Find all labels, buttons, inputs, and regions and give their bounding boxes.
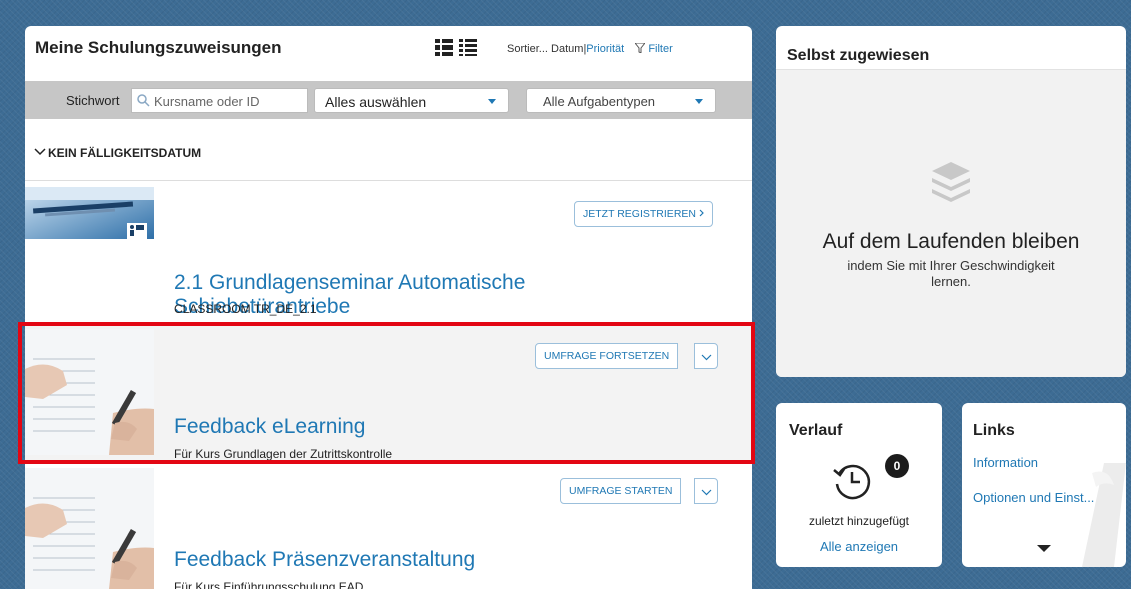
start-survey-menu[interactable] (694, 478, 718, 504)
task-type-value: Alle Aufgabentypen (543, 94, 656, 109)
course-thumbnail (25, 468, 154, 589)
section-label: KEIN FÄLLIGKEITSDATUM (48, 146, 202, 160)
history-icon (833, 464, 871, 500)
panel-title: Meine Schulungszuweisungen (35, 38, 282, 57)
chevron-right-icon (699, 209, 704, 217)
link-information[interactable]: Information (973, 455, 1038, 470)
continue-survey-menu[interactable] (694, 343, 718, 369)
select-all-dropdown[interactable]: Alles auswählen (314, 88, 509, 113)
course-title-line1: 2.1 Grundlagenseminar Automatische (174, 271, 526, 294)
links-panel: Links Information Optionen und Einst... (962, 403, 1126, 567)
view-toggle (435, 39, 477, 56)
course-thumbnail (25, 187, 154, 239)
empty-state: Auf dem Laufenden bleiben indem Sie mit … (776, 70, 1126, 377)
card-view-icon[interactable] (435, 39, 453, 56)
caret-down-icon[interactable] (1037, 545, 1051, 552)
course-title[interactable]: Feedback eLearning (174, 415, 365, 439)
sort-label[interactable]: Sortier... (507, 43, 548, 55)
sort-date[interactable]: Datum (551, 43, 583, 55)
logo-watermark (1082, 463, 1126, 567)
history-count-badge: 0 (885, 454, 909, 478)
course-thumbnail (25, 329, 154, 455)
course-title[interactable]: Feedback Präsenzveranstaltung (174, 548, 475, 572)
filter-label: Filter (648, 43, 673, 55)
continue-survey-button[interactable]: UMFRAGE FORTSETZEN (535, 343, 679, 369)
select-all-value: Alles auswählen (325, 94, 427, 110)
list-view-icon[interactable] (459, 39, 477, 56)
filter-button[interactable]: Filter (634, 42, 673, 55)
course-item: UMFRAGE FORTSETZEN Feedback eLearning Fü… (25, 323, 752, 461)
funnel-icon (634, 42, 647, 54)
register-button-label: JETZT REGISTRIEREN (583, 208, 696, 220)
chevron-down-icon (34, 148, 46, 156)
show-all-link[interactable]: Alle anzeigen (776, 539, 942, 554)
chevron-down-icon (701, 489, 712, 496)
course-subtitle: Für Kurs Grundlagen der Zutrittskontroll… (174, 447, 393, 461)
layers-icon (932, 162, 970, 202)
panel-title: Verlauf (789, 422, 843, 439)
continue-survey-label: UMFRAGE FORTSETZEN (544, 350, 670, 362)
history-subtitle: zuletzt hinzugefügt (808, 514, 910, 528)
empty-state-headline: Auf dem Laufenden bleiben (822, 230, 1080, 253)
self-assigned-panel: Selbst zugewiesen Auf dem Laufenden blei… (776, 26, 1126, 377)
empty-state-text: indem Sie mit Ihrer Geschwindigkeit lern… (847, 258, 1055, 289)
course-item: UMFRAGE STARTEN Feedback Präsenzveransta… (25, 462, 752, 589)
search-input[interactable]: Kursname oder ID (131, 88, 308, 113)
course-subtitle: CLASSROOM TR_DE_2.1 (174, 302, 317, 316)
caret-down-icon (488, 99, 496, 104)
register-button[interactable]: JETZT REGISTRIEREN (574, 201, 713, 227)
sort-priority[interactable]: Priorität (586, 43, 624, 55)
caret-down-icon (695, 99, 703, 104)
filter-bar: Stichwort Kursname oder ID Alles auswähl… (25, 81, 752, 119)
search-icon (137, 94, 150, 107)
keyword-label: Stichwort (66, 93, 120, 108)
panel-title: Links (973, 422, 1015, 439)
panel-title: Selbst zugewiesen (776, 26, 1126, 70)
course-item: JETZT REGISTRIEREN 2.1 Grundlagenseminar… (25, 181, 752, 323)
section-toggle[interactable]: KEIN FÄLLIGKEITSDATUM (34, 146, 201, 160)
history-panel: Verlauf 0 zuletzt hinzugefügt Alle anzei… (776, 403, 942, 567)
link-options-settings[interactable]: Optionen und Einst... (973, 490, 1094, 505)
chevron-down-icon (701, 354, 712, 361)
start-survey-label: UMFRAGE STARTEN (569, 485, 673, 497)
sort-controls: Sortier... Datum|Priorität Filter (507, 42, 673, 55)
search-placeholder: Kursname oder ID (154, 94, 260, 109)
start-survey-button[interactable]: UMFRAGE STARTEN (560, 478, 682, 504)
task-type-dropdown[interactable]: Alle Aufgabentypen (526, 88, 716, 113)
training-assignments-panel: Meine Schulungszuweisungen Sortier... Da… (25, 26, 752, 589)
course-subtitle: Für Kurs Einführungsschulung EAD (174, 580, 364, 589)
